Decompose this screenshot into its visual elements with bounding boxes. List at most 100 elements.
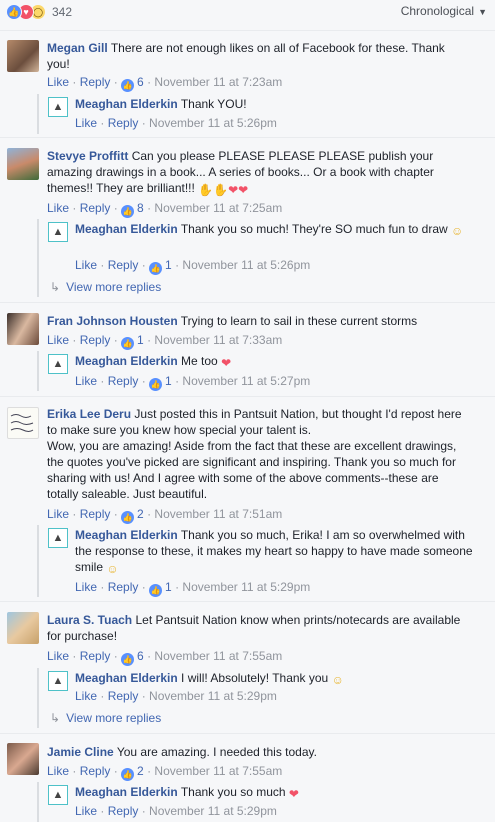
reply-arrow-icon: ↳ xyxy=(50,280,61,294)
reply-avatar[interactable]: ▲ xyxy=(48,97,68,117)
reply-link[interactable]: Reply xyxy=(80,764,111,778)
reply-link[interactable]: Reply xyxy=(108,804,139,818)
like-count[interactable]: 1 xyxy=(165,374,172,388)
view-more-replies[interactable]: ↳ View more replies xyxy=(50,710,161,726)
like-count[interactable]: 2 xyxy=(137,507,144,521)
like-count-icon: 👍 xyxy=(121,79,135,92)
comment-author[interactable]: Jamie Cline xyxy=(47,745,114,759)
like-count[interactable]: 8 xyxy=(137,201,144,215)
comment-actions: Like · Reply · 👍 2 · November 11 at 7:55a… xyxy=(47,764,283,781)
figure-icon: ▲ xyxy=(52,226,64,238)
comment-timestamp[interactable]: November 11 at 7:55am xyxy=(154,649,282,663)
like-count[interactable]: 1 xyxy=(165,580,172,594)
reply-avatar[interactable]: ▲ xyxy=(48,222,68,242)
reply-thread-line xyxy=(37,219,39,297)
reply-avatar[interactable]: ▲ xyxy=(48,671,68,691)
reaction-count: 342 xyxy=(52,5,73,19)
like-link[interactable]: Like xyxy=(47,75,69,89)
comment-timestamp[interactable]: November 11 at 7:51am xyxy=(154,507,282,521)
reply-link[interactable]: Reply xyxy=(80,333,111,347)
like-count[interactable]: 6 xyxy=(137,75,144,89)
like-count[interactable]: 2 xyxy=(137,764,144,778)
reply-author[interactable]: Meaghan Elderkin xyxy=(75,528,178,542)
like-count-icon: 👍 xyxy=(121,205,135,218)
reply-timestamp[interactable]: November 11 at 5:27pm xyxy=(182,374,310,388)
comment-author[interactable]: Fran Johnson Housten xyxy=(47,314,178,328)
like-link[interactable]: Like xyxy=(75,689,97,703)
avatar[interactable] xyxy=(7,148,39,180)
comment-timestamp[interactable]: November 11 at 7:25am xyxy=(154,201,282,215)
comments-header: 👍 ♥ ◯ 342 Chronological ▼ xyxy=(0,0,495,24)
clapping-hands-icon: ✋✋ xyxy=(198,183,229,197)
comment-timestamp[interactable]: November 11 at 7:23am xyxy=(154,75,282,89)
like-link[interactable]: Like xyxy=(75,580,97,594)
smile-icon: ☺ xyxy=(331,673,344,687)
avatar[interactable] xyxy=(7,407,39,439)
like-link[interactable]: Like xyxy=(47,649,69,663)
smile-icon: ☺ xyxy=(451,224,464,238)
reply-avatar[interactable]: ▲ xyxy=(48,785,68,805)
figure-icon: ▲ xyxy=(52,675,64,687)
view-more-label: View more replies xyxy=(66,711,162,725)
reply-timestamp[interactable]: November 11 at 5:26pm xyxy=(182,258,310,272)
reply-author[interactable]: Meaghan Elderkin xyxy=(75,671,178,685)
comment-author[interactable]: Stevye Proffitt xyxy=(47,149,128,163)
avatar[interactable] xyxy=(7,743,39,775)
reply-text: Thank YOU! xyxy=(180,97,247,111)
heart-icon: ❤ xyxy=(221,356,232,370)
figure-icon: ▲ xyxy=(52,532,64,544)
view-more-replies[interactable]: ↳ View more replies xyxy=(50,279,161,295)
like-link[interactable]: Like xyxy=(75,374,97,388)
sort-dropdown[interactable]: Chronological ▼ xyxy=(401,4,487,18)
comment-actions: Like · Reply · 👍 6 · November 11 at 7:55a… xyxy=(47,649,283,666)
reply-timestamp[interactable]: November 11 at 5:29pm xyxy=(182,580,310,594)
like-count[interactable]: 1 xyxy=(165,258,172,272)
reply-link[interactable]: Reply xyxy=(80,75,111,89)
divider xyxy=(0,396,495,397)
reply-link[interactable]: Reply xyxy=(108,258,139,272)
reply-link[interactable]: Reply xyxy=(80,649,111,663)
reply-avatar[interactable]: ▲ xyxy=(48,354,68,374)
like-link[interactable]: Like xyxy=(47,333,69,347)
reply-avatar[interactable]: ▲ xyxy=(48,528,68,548)
like-link[interactable]: Like xyxy=(47,764,69,778)
like-count-icon: 👍 xyxy=(121,653,135,666)
reply-link[interactable]: Reply xyxy=(80,201,111,215)
like-link[interactable]: Like xyxy=(75,116,97,130)
reply-author[interactable]: Meaghan Elderkin xyxy=(75,222,178,236)
reply-timestamp[interactable]: November 11 at 5:26pm xyxy=(149,116,277,130)
comment-text: You are amazing. I needed this today. xyxy=(116,745,317,759)
comment-timestamp[interactable]: November 11 at 7:33am xyxy=(154,333,282,347)
comment-actions: Like · Reply · 👍 2 · November 11 at 7:51a… xyxy=(47,507,283,524)
like-link[interactable]: Like xyxy=(47,507,69,521)
like-count[interactable]: 6 xyxy=(137,649,144,663)
figure-icon: ▲ xyxy=(52,789,64,801)
reply-timestamp[interactable]: November 11 at 5:29pm xyxy=(149,689,277,703)
reply-link[interactable]: Reply xyxy=(108,374,139,388)
avatar[interactable] xyxy=(7,40,39,72)
avatar[interactable] xyxy=(7,313,39,345)
like-link[interactable]: Like xyxy=(47,201,69,215)
comment-text: Trying to learn to sail in these current… xyxy=(180,314,418,328)
reactions-summary[interactable]: 👍 ♥ ◯ 342 xyxy=(6,4,72,20)
comment-author[interactable]: Laura S. Tuach xyxy=(47,613,132,627)
like-count[interactable]: 1 xyxy=(137,333,144,347)
reply-author[interactable]: Meaghan Elderkin xyxy=(75,785,178,799)
like-link[interactable]: Like xyxy=(75,258,97,272)
reply-link[interactable]: Reply xyxy=(108,580,139,594)
avatar[interactable] xyxy=(7,612,39,644)
like-count-icon: 👍 xyxy=(149,584,163,597)
reply-author[interactable]: Meaghan Elderkin xyxy=(75,97,178,111)
comment-author[interactable]: Erika Lee Deru xyxy=(47,407,131,421)
comment-author[interactable]: Megan Gill xyxy=(47,41,108,55)
like-link[interactable]: Like xyxy=(75,804,97,818)
chevron-down-icon: ▼ xyxy=(478,7,487,17)
reply-timestamp[interactable]: November 11 at 5:29pm xyxy=(149,804,277,818)
comment-timestamp[interactable]: November 11 at 7:55am xyxy=(154,764,282,778)
reply-link[interactable]: Reply xyxy=(108,116,139,130)
heart-icon: ❤ xyxy=(288,787,299,801)
reply-author[interactable]: Meaghan Elderkin xyxy=(75,354,178,368)
reply-link[interactable]: Reply xyxy=(108,689,139,703)
reply-link[interactable]: Reply xyxy=(80,507,111,521)
reply-actions: Like · Reply · November 11 at 5:29pm xyxy=(75,804,277,818)
